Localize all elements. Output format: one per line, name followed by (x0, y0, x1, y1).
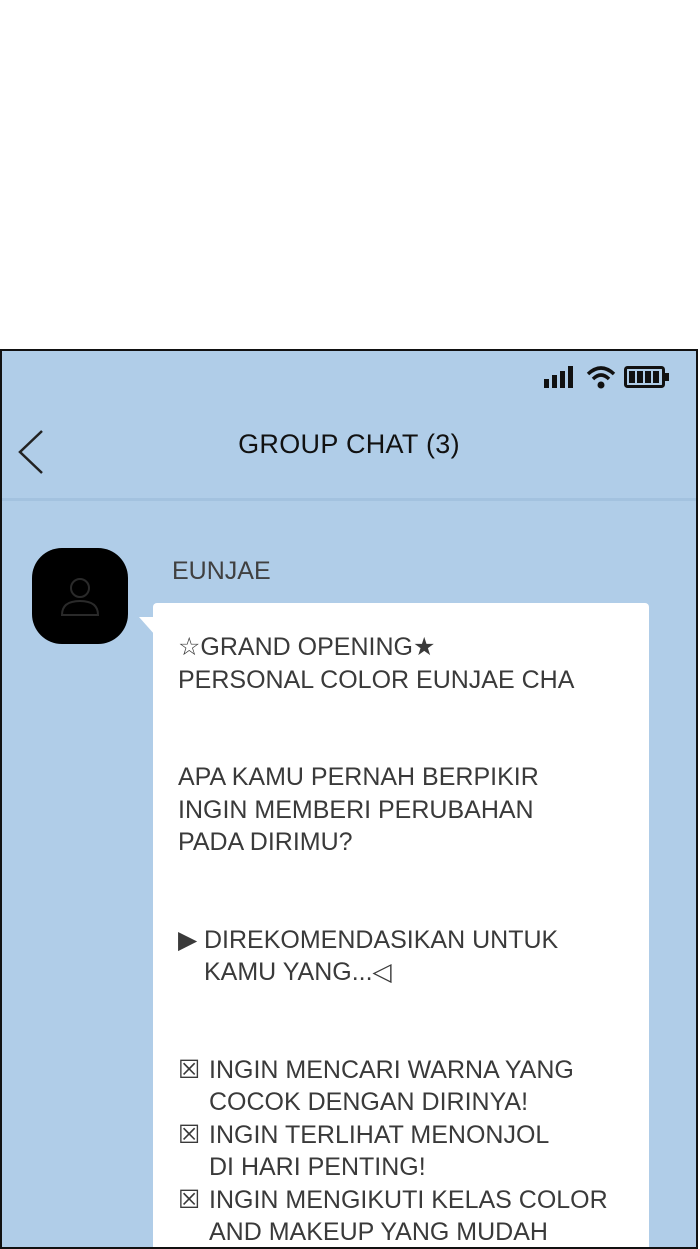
message-line: APA KAMU PERNAH BERPIKIR (178, 763, 539, 791)
checkbox-icon: ☒ (178, 1185, 201, 1214)
list-item-continued: AND MAKEUP YANG MUDAH (209, 1218, 548, 1246)
message-line: INGIN MEMBERI PERUBAHAN (178, 795, 534, 824)
list-item: ☒ INGIN MENCARI WARNA YANG (178, 1054, 633, 1087)
message-text: ☆GRAND OPENING★ PERSONAL COLOR EUNJAE CH… (178, 631, 633, 1247)
message-bubble[interactable]: ☆GRAND OPENING★ PERSONAL COLOR EUNJAE CH… (153, 603, 649, 1247)
message-line: ▶ DIREKOMENDASIKAN UNTUK (178, 924, 633, 957)
message-line: ☆GRAND OPENING★ (178, 633, 436, 661)
message-line: PERSONAL COLOR EUNJAE CHA (178, 665, 575, 694)
checkbox-icon: ☒ (178, 1055, 201, 1084)
phone-frame: GROUP CHAT (3) EUNJAE ☆GRAND OPENING★ PE… (0, 349, 698, 1249)
list-item: ☒ INGIN MENGIKUTI KELAS COLOR (178, 1184, 633, 1217)
message-line: KAMU YANG...◁ (204, 958, 392, 986)
avatar[interactable] (32, 548, 128, 644)
wifi-icon (586, 365, 616, 389)
battery-icon (624, 366, 670, 388)
list-item-continued: DI HARI PENTING! (209, 1153, 426, 1181)
list-item: ☒ INGIN TERLIHAT MENONJOL (178, 1119, 633, 1152)
user-icon (60, 578, 100, 616)
play-icon: ▶ (178, 925, 198, 954)
checkbox-icon: ☒ (178, 1120, 201, 1149)
message-line: PADA DIRIMU? (178, 828, 353, 856)
sender-name: EUNJAE (172, 557, 271, 585)
page-title: GROUP CHAT (3) (238, 429, 460, 459)
signal-icon (544, 366, 578, 388)
status-bar (544, 365, 670, 389)
chat-header: GROUP CHAT (3) (2, 409, 696, 501)
list-item-continued: COCOK DENGAN DIRINYA! (209, 1088, 529, 1116)
